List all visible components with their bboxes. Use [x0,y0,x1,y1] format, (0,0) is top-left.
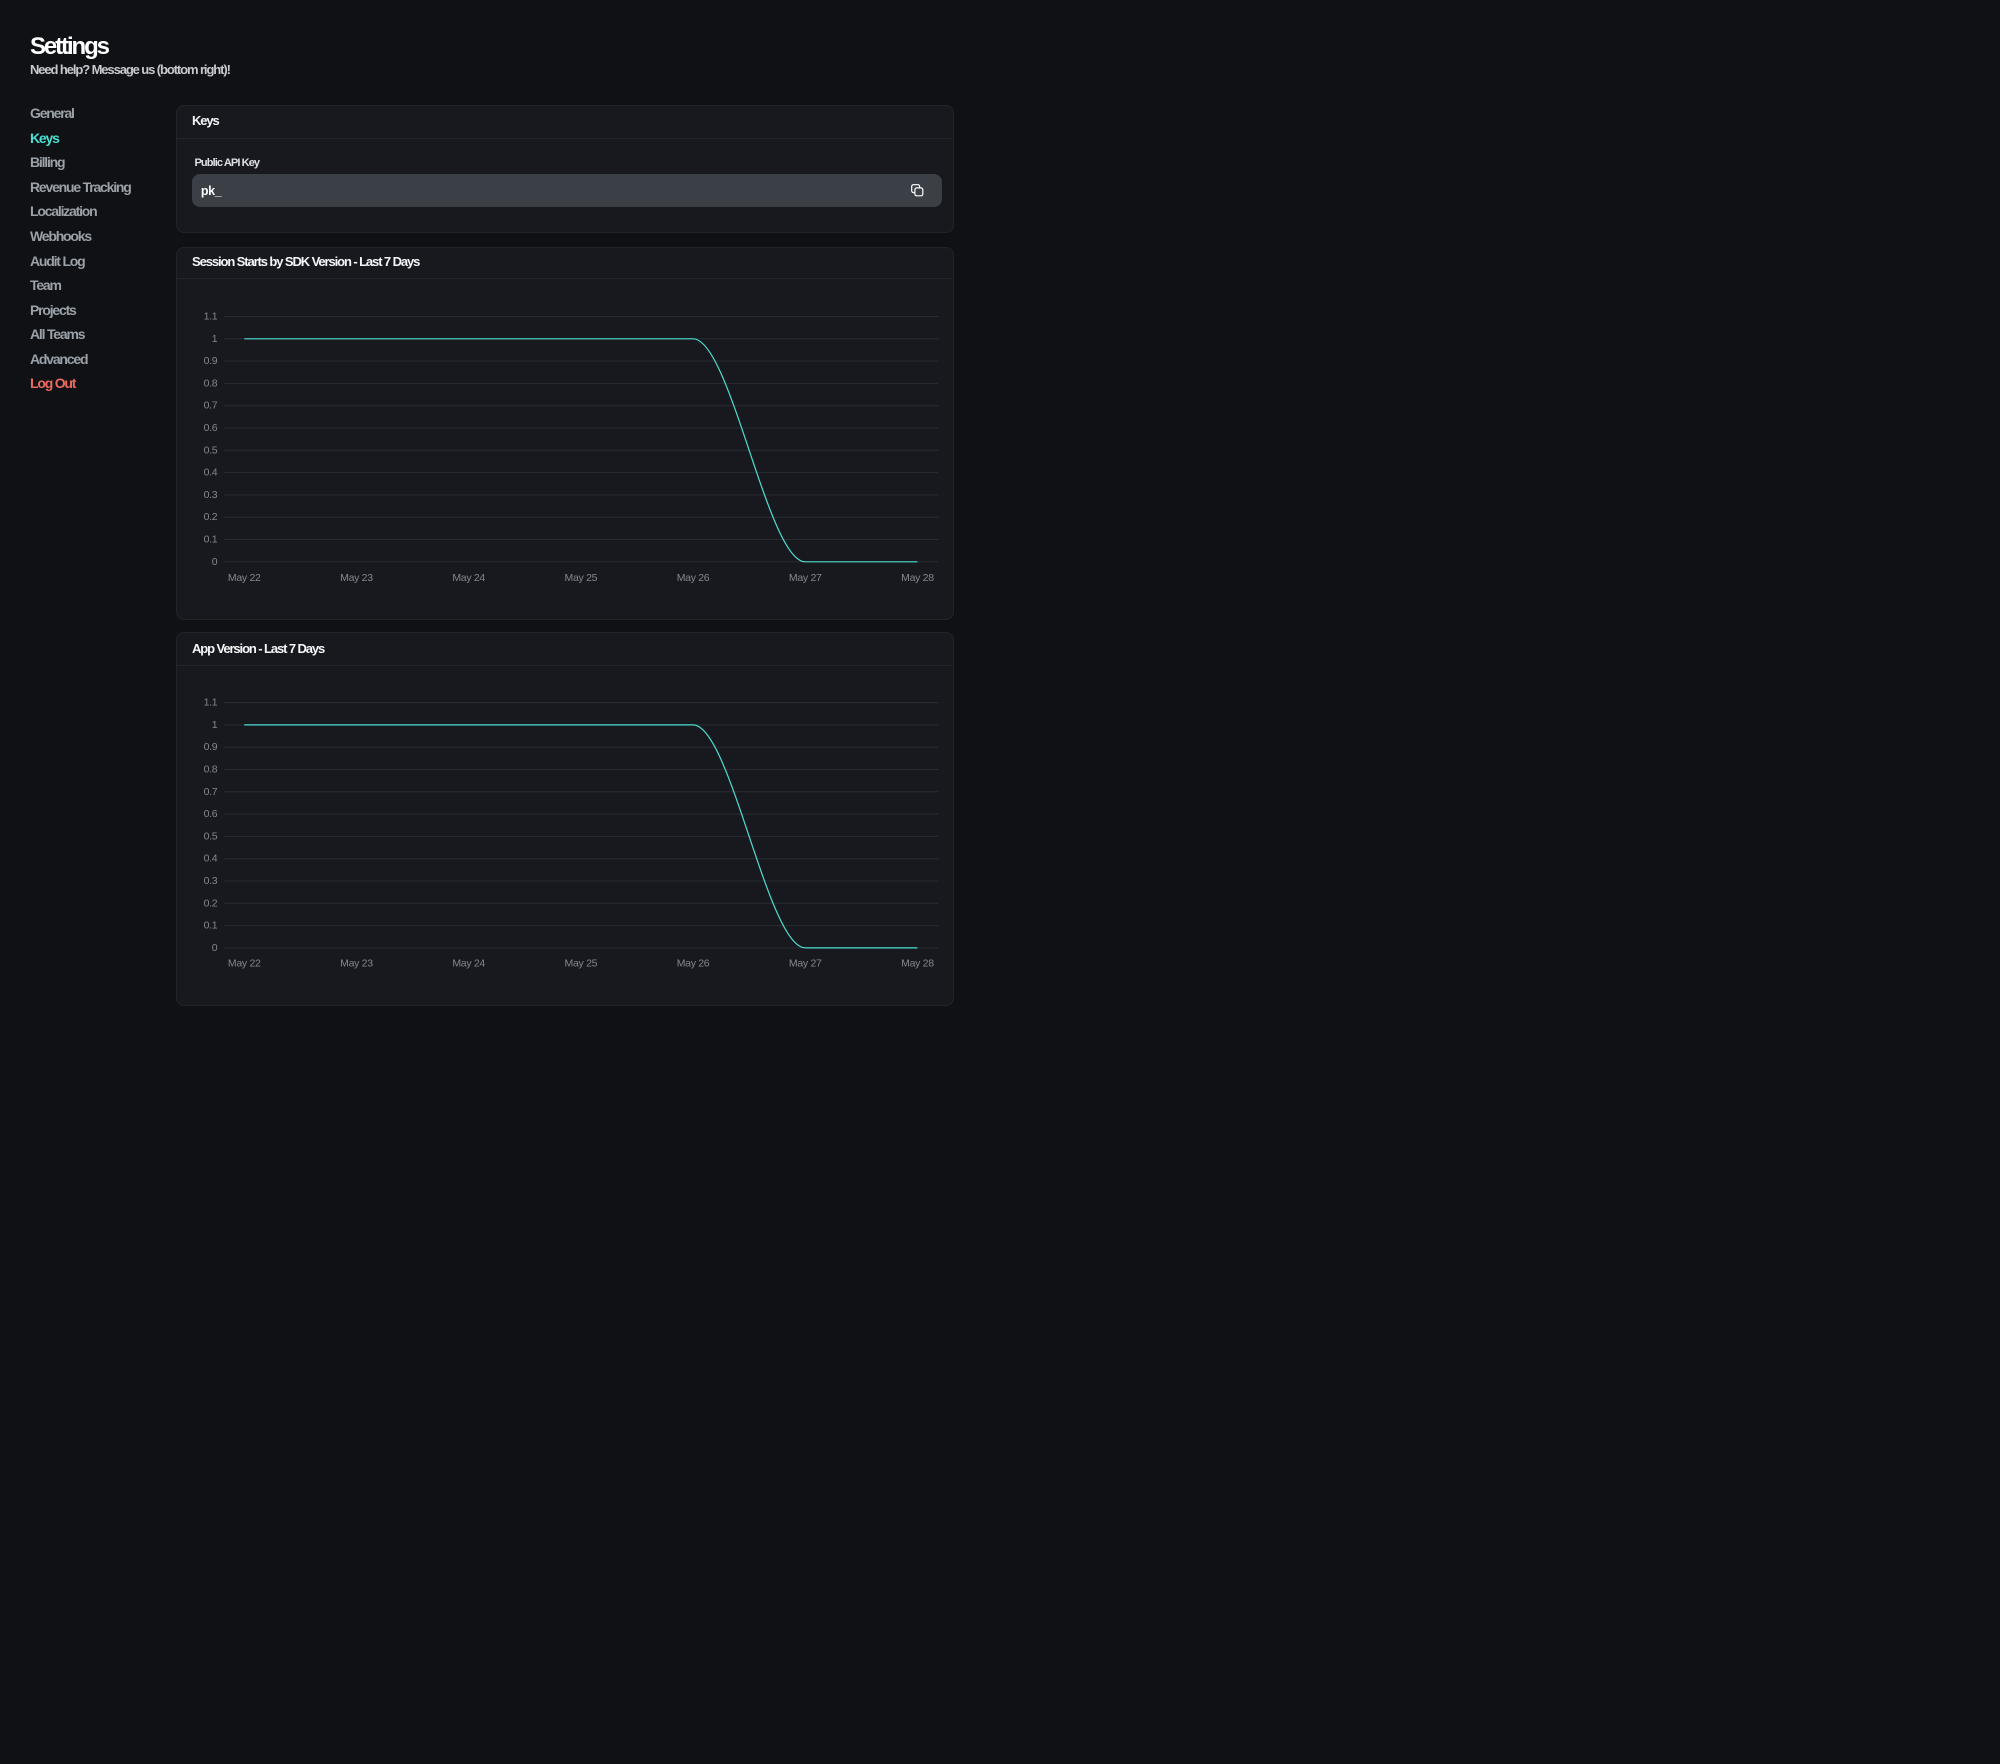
svg-text:0.9: 0.9 [203,355,217,367]
svg-text:May 28: May 28 [901,572,934,584]
svg-text:1.1: 1.1 [203,310,217,322]
svg-text:1: 1 [211,719,217,731]
svg-text:1: 1 [211,333,217,345]
svg-text:May 23: May 23 [340,958,373,970]
svg-text:0: 0 [211,556,217,568]
svg-text:0: 0 [211,942,217,954]
svg-text:May 26: May 26 [676,572,709,584]
svg-text:May 22: May 22 [227,958,260,970]
svg-text:May 24: May 24 [452,958,485,970]
svg-text:0.8: 0.8 [203,377,217,389]
svg-text:May 26: May 26 [676,958,709,970]
svg-text:0.7: 0.7 [203,786,217,798]
svg-text:May 27: May 27 [788,572,821,584]
svg-text:May 23: May 23 [340,572,373,584]
svg-text:0.9: 0.9 [203,742,217,754]
svg-text:May 28: May 28 [901,958,934,970]
svg-text:0.1: 0.1 [203,920,217,932]
svg-text:0.2: 0.2 [203,898,217,910]
svg-text:May 22: May 22 [227,572,260,584]
svg-text:0.6: 0.6 [203,808,217,820]
svg-text:0.3: 0.3 [203,875,217,887]
svg-text:0.5: 0.5 [203,831,217,843]
svg-text:May 27: May 27 [788,958,821,970]
svg-text:0.4: 0.4 [203,853,217,865]
svg-text:May 24: May 24 [452,572,485,584]
svg-text:0.2: 0.2 [203,511,217,523]
svg-text:0.3: 0.3 [203,489,217,501]
svg-text:0.4: 0.4 [203,466,217,478]
svg-text:0.1: 0.1 [203,533,217,545]
svg-text:May 25: May 25 [564,572,597,584]
svg-text:0.8: 0.8 [203,764,217,776]
svg-text:May 25: May 25 [564,958,597,970]
svg-text:1.1: 1.1 [203,697,217,709]
svg-text:0.7: 0.7 [203,399,217,411]
svg-text:0.5: 0.5 [203,444,217,456]
svg-text:0.6: 0.6 [203,422,217,434]
